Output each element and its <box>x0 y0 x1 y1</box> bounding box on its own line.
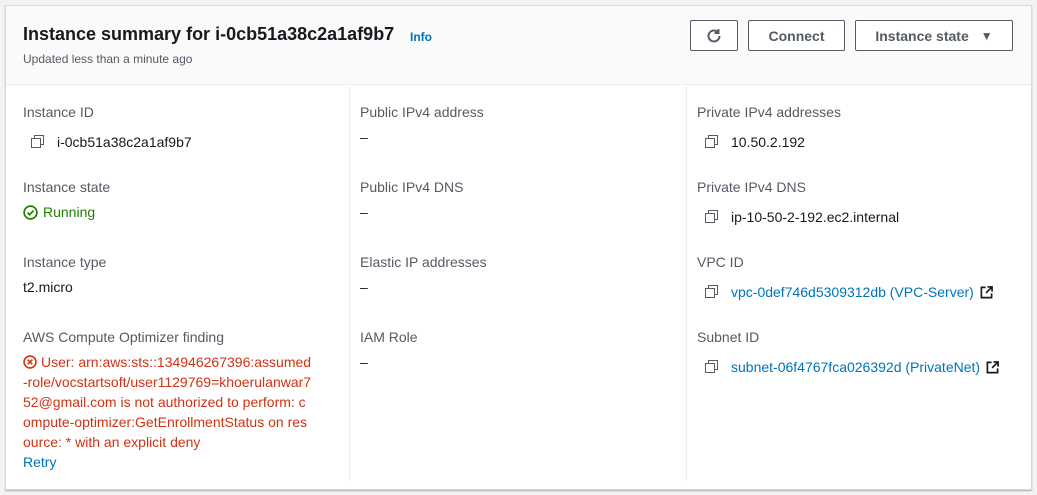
page-title: Instance summary for i-0cb51a38c2a1af9b7 <box>23 24 395 44</box>
optimizer-error-message: User: arn:aws:sts::134946267396:assumed-… <box>23 352 313 452</box>
info-link[interactable]: Info <box>410 30 432 44</box>
instance-state-value: Running <box>43 204 96 220</box>
instance-id-value: i-0cb51a38c2a1af9b7 <box>57 134 192 150</box>
private-dns-field: Private IPv4 DNS ip-10-50-2-192.ec2.inte… <box>697 177 899 227</box>
subnet-id-label: Subnet ID <box>697 329 760 345</box>
private-dns-value: ip-10-50-2-192.ec2.internal <box>731 209 900 225</box>
vpc-id-label: VPC ID <box>697 254 744 270</box>
elastic-ip-value: – <box>360 279 368 295</box>
column-instance-details: Instance ID i-0cb51a38c2a1af9b7 Instance… <box>6 86 342 481</box>
external-link-icon[interactable] <box>986 360 999 374</box>
private-ipv4-value: 10.50.2.192 <box>731 134 805 150</box>
private-ipv4-value-row: 10.50.2.192 <box>697 132 841 152</box>
instance-state-dropdown[interactable]: Instance state ▼ <box>855 20 1013 51</box>
subnet-id-value-row: subnet-06f4767fca026392d (PrivateNet) <box>697 357 999 377</box>
instance-state-dropdown-label: Instance state <box>875 27 969 44</box>
column-private-networking: Private IPv4 addresses 10.50.2.192 Priva… <box>686 86 1022 481</box>
iam-role-value: – <box>360 354 368 370</box>
retry-link[interactable]: Retry <box>23 452 313 472</box>
copy-icon[interactable] <box>705 360 719 374</box>
external-link-icon[interactable] <box>980 285 993 299</box>
public-dns-field: Public IPv4 DNS – <box>360 177 463 222</box>
subnet-id-field: Subnet ID subnet-06f4767fca026392d (Priv… <box>697 327 999 377</box>
iam-role-field: IAM Role – <box>360 327 418 372</box>
private-dns-label: Private IPv4 DNS <box>697 179 806 195</box>
vpc-id-link[interactable]: vpc-0def746d5309312db (VPC-Server) <box>731 282 974 302</box>
public-ipv4-label: Public IPv4 address <box>360 104 484 120</box>
instance-type-label: Instance type <box>23 254 107 270</box>
public-dns-value: – <box>360 204 368 220</box>
last-updated-text: Updated less than a minute ago <box>23 52 193 66</box>
optimizer-error-text: User: arn:aws:sts::134946267396:assumed-… <box>23 354 312 450</box>
private-dns-value-row: ip-10-50-2-192.ec2.internal <box>697 207 899 227</box>
elastic-ip-label: Elastic IP addresses <box>360 254 487 270</box>
iam-role-label: IAM Role <box>360 329 418 345</box>
subnet-id-link[interactable]: subnet-06f4767fca026392d (PrivateNet) <box>731 357 980 377</box>
public-ipv4-value: – <box>360 129 368 145</box>
copy-icon[interactable] <box>705 210 719 224</box>
panel-header: Instance summary for i-0cb51a38c2a1af9b7… <box>6 6 1031 85</box>
vpc-id-field: VPC ID vpc-0def746d5309312db (VPC-Server… <box>697 252 993 302</box>
optimizer-finding-field: AWS Compute Optimizer finding User: arn:… <box>23 327 313 472</box>
instance-id-label: Instance ID <box>23 104 94 120</box>
connect-button[interactable]: Connect <box>748 20 845 51</box>
private-ipv4-label: Private IPv4 addresses <box>697 104 841 120</box>
copy-icon[interactable] <box>705 285 719 299</box>
instance-id-value-row: i-0cb51a38c2a1af9b7 <box>23 132 192 152</box>
column-public-networking: Public IPv4 address – Public IPv4 DNS – … <box>349 86 685 481</box>
instance-state-label: Instance state <box>23 179 111 195</box>
public-ipv4-field: Public IPv4 address – <box>360 102 484 147</box>
vpc-id-value-row: vpc-0def746d5309312db (VPC-Server) <box>697 282 993 302</box>
instance-type-value: t2.micro <box>23 279 73 295</box>
copy-icon[interactable] <box>31 135 45 149</box>
instance-state-value-row: Running <box>23 202 110 222</box>
instance-state-field: Instance state Running <box>23 177 110 222</box>
optimizer-finding-label: AWS Compute Optimizer finding <box>23 329 224 345</box>
error-circle-icon <box>23 355 37 369</box>
instance-id-field: Instance ID i-0cb51a38c2a1af9b7 <box>23 102 192 152</box>
instance-summary-panel: Instance summary for i-0cb51a38c2a1af9b7… <box>5 5 1032 490</box>
refresh-button[interactable] <box>690 20 738 51</box>
elastic-ip-field: Elastic IP addresses – <box>360 252 487 297</box>
instance-type-field: Instance type t2.micro <box>23 252 106 297</box>
public-dns-label: Public IPv4 DNS <box>360 179 464 195</box>
check-circle-icon <box>23 204 38 220</box>
caret-down-icon: ▼ <box>980 28 993 43</box>
copy-icon[interactable] <box>705 135 719 149</box>
refresh-icon <box>707 28 721 42</box>
private-ipv4-field: Private IPv4 addresses 10.50.2.192 <box>697 102 841 152</box>
